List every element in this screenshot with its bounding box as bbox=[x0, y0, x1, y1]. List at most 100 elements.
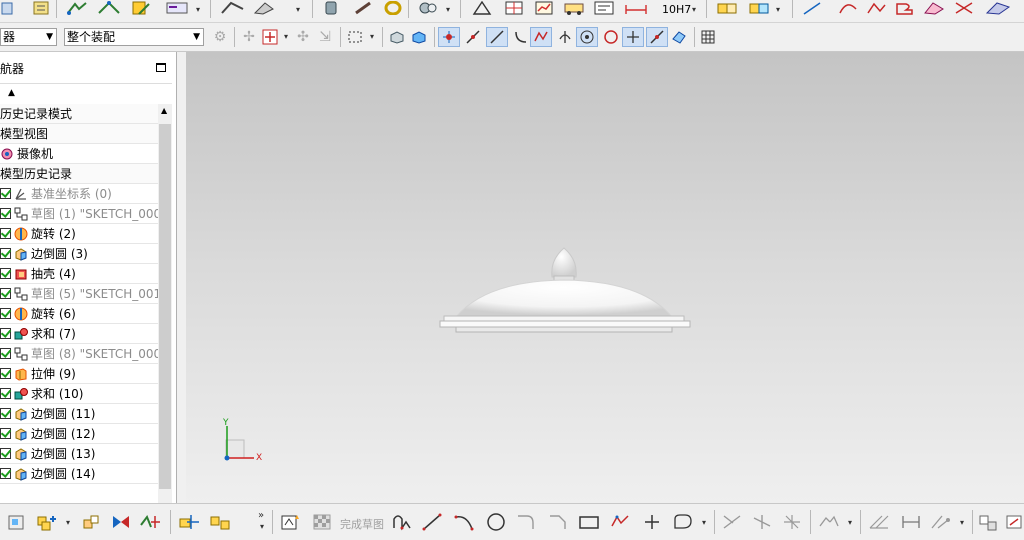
overflow-dropdown-icon[interactable]: ▾ bbox=[260, 522, 264, 531]
visibility-checkbox[interactable] bbox=[0, 268, 11, 279]
rect-select-dropdown-icon[interactable]: ▾ bbox=[370, 32, 374, 41]
rect-select-icon[interactable] bbox=[346, 29, 364, 45]
auto-constraint-icon[interactable] bbox=[928, 512, 954, 532]
clip-icon[interactable] bbox=[250, 0, 278, 16]
tree-row[interactable]: 模型视图 bbox=[0, 124, 158, 144]
tree-row[interactable]: 旋转 (6) bbox=[0, 304, 158, 324]
select-in-icon[interactable]: ✣ bbox=[294, 29, 312, 45]
visibility-checkbox[interactable] bbox=[0, 188, 11, 199]
visibility-checkbox[interactable] bbox=[0, 308, 11, 319]
note-icon[interactable] bbox=[30, 0, 52, 16]
spline-icon[interactable] bbox=[864, 0, 888, 16]
machine-icon[interactable] bbox=[562, 0, 586, 16]
vertical-scrollbar[interactable]: ▲ ▼ bbox=[158, 104, 172, 522]
graphics-viewport[interactable]: Y X bbox=[186, 52, 1024, 503]
type-filter-select[interactable]: 器 ▼ bbox=[0, 28, 57, 46]
tree-row[interactable]: 抽壳 (4) bbox=[0, 264, 158, 284]
visibility-checkbox[interactable] bbox=[0, 388, 11, 399]
tree-row[interactable]: 草图 (8) "SKETCH_000 bbox=[0, 344, 158, 364]
point-icon[interactable] bbox=[640, 512, 664, 532]
snap-quadrant-icon[interactable] bbox=[600, 27, 622, 47]
arc-icon[interactable] bbox=[836, 0, 860, 16]
snap-line-icon[interactable] bbox=[462, 27, 484, 47]
polygon-icon[interactable] bbox=[608, 512, 632, 532]
fillet-icon[interactable] bbox=[514, 512, 538, 532]
finish-sketch-label[interactable]: 完成草图 bbox=[340, 516, 384, 532]
dimension-icon[interactable] bbox=[622, 0, 650, 16]
spring-icon[interactable] bbox=[352, 0, 374, 16]
tree-row[interactable]: 旋转 (2) bbox=[0, 224, 158, 244]
scroll-up-icon[interactable]: ▲ bbox=[161, 106, 167, 115]
visibility-checkbox[interactable] bbox=[0, 368, 11, 379]
assembly-scope-select[interactable]: 整个装配 ▼ bbox=[64, 28, 204, 46]
chart-icon[interactable] bbox=[532, 0, 556, 16]
tree-row[interactable]: 边倒圆 (13) bbox=[0, 444, 158, 464]
snap-intersection-icon[interactable] bbox=[554, 27, 576, 47]
wireframe-icon[interactable] bbox=[410, 29, 428, 45]
visibility-checkbox[interactable] bbox=[0, 348, 11, 359]
snap-arc-center-icon[interactable] bbox=[576, 27, 598, 47]
visibility-checkbox[interactable] bbox=[0, 208, 11, 219]
more-tools-icon[interactable]: » bbox=[258, 510, 264, 521]
trim-icon[interactable] bbox=[952, 0, 976, 16]
mirror-assembly-icon[interactable] bbox=[110, 512, 132, 532]
lid-model[interactable] bbox=[186, 52, 1024, 503]
circle-icon[interactable] bbox=[484, 512, 508, 532]
tree-row[interactable]: 边倒圆 (12) bbox=[0, 424, 158, 444]
arc-icon[interactable] bbox=[452, 512, 476, 532]
snap-icon[interactable]: ✢ bbox=[240, 29, 258, 45]
layer-icon[interactable] bbox=[320, 0, 342, 16]
component-dropdown-icon[interactable]: ▾ bbox=[776, 5, 780, 14]
navigator-column-header[interactable]: ▲ bbox=[0, 83, 172, 106]
tolerance-dropdown-icon[interactable]: ▾ bbox=[692, 5, 696, 14]
tree-row[interactable]: 边倒圆 (11) bbox=[0, 404, 158, 424]
tree-row[interactable]: 历史记录模式 bbox=[0, 104, 158, 124]
measure-icon[interactable] bbox=[64, 0, 90, 16]
finish-sketch-icon[interactable] bbox=[310, 512, 336, 532]
visibility-checkbox[interactable] bbox=[0, 468, 11, 479]
analysis-icon[interactable] bbox=[96, 0, 122, 16]
sketch-icon[interactable] bbox=[278, 512, 304, 532]
tree-row[interactable]: 边倒圆 (3) bbox=[0, 244, 158, 264]
table-icon[interactable] bbox=[698, 27, 718, 47]
profile-curve-icon[interactable] bbox=[390, 512, 414, 532]
curve-dropdown-icon[interactable]: ▾ bbox=[702, 518, 706, 527]
assembly-icon[interactable] bbox=[416, 0, 440, 16]
deselect-icon[interactable]: ⇲ bbox=[316, 29, 334, 45]
surface-icon[interactable] bbox=[922, 0, 946, 16]
visibility-checkbox[interactable] bbox=[0, 448, 11, 459]
mirror-dropdown-icon[interactable]: ▾ bbox=[848, 518, 852, 527]
sort-ascending-icon[interactable]: ▲ bbox=[8, 88, 15, 98]
snap-face-icon[interactable] bbox=[668, 27, 690, 47]
rectangle-icon[interactable] bbox=[576, 512, 602, 532]
add-component-icon[interactable] bbox=[746, 0, 772, 16]
offset-curve-icon[interactable] bbox=[670, 512, 696, 532]
scrollbar-thumb[interactable] bbox=[159, 124, 171, 489]
drawing-sheet-icon[interactable] bbox=[592, 0, 616, 16]
tree-row[interactable]: 模型历史记录 bbox=[0, 164, 158, 184]
visibility-checkbox[interactable] bbox=[0, 228, 11, 239]
dimension-constraint-icon[interactable] bbox=[898, 512, 924, 532]
feature-dropdown-icon[interactable]: ▾ bbox=[284, 32, 288, 41]
make-corner-icon[interactable] bbox=[780, 512, 804, 532]
move-component-icon[interactable] bbox=[138, 512, 164, 532]
tree-row[interactable]: 草图 (5) "SKETCH_001 bbox=[0, 284, 158, 304]
constraints-icon[interactable] bbox=[866, 512, 892, 532]
sketch-relations-icon[interactable] bbox=[976, 512, 1002, 532]
visibility-checkbox[interactable] bbox=[0, 408, 11, 419]
mate-icon[interactable] bbox=[80, 512, 102, 532]
snap-endpoint-icon[interactable] bbox=[438, 27, 460, 47]
grid-icon[interactable] bbox=[502, 0, 526, 16]
quick-extend-icon[interactable] bbox=[750, 512, 774, 532]
tree-row[interactable]: 基准坐标系 (0) bbox=[0, 184, 158, 204]
quick-trim-icon[interactable] bbox=[720, 512, 744, 532]
visibility-checkbox[interactable] bbox=[0, 328, 11, 339]
constraint-dropdown-icon[interactable]: ▾ bbox=[960, 518, 964, 527]
constraint-icon[interactable] bbox=[176, 512, 202, 532]
deviation-icon[interactable] bbox=[128, 0, 154, 16]
line-icon[interactable] bbox=[800, 0, 824, 16]
assembly-navigator-icon[interactable] bbox=[4, 512, 28, 532]
maximize-icon[interactable] bbox=[156, 63, 166, 72]
assembly-dropdown-icon[interactable]: ▾ bbox=[446, 5, 450, 14]
section-icon[interactable] bbox=[218, 0, 246, 16]
